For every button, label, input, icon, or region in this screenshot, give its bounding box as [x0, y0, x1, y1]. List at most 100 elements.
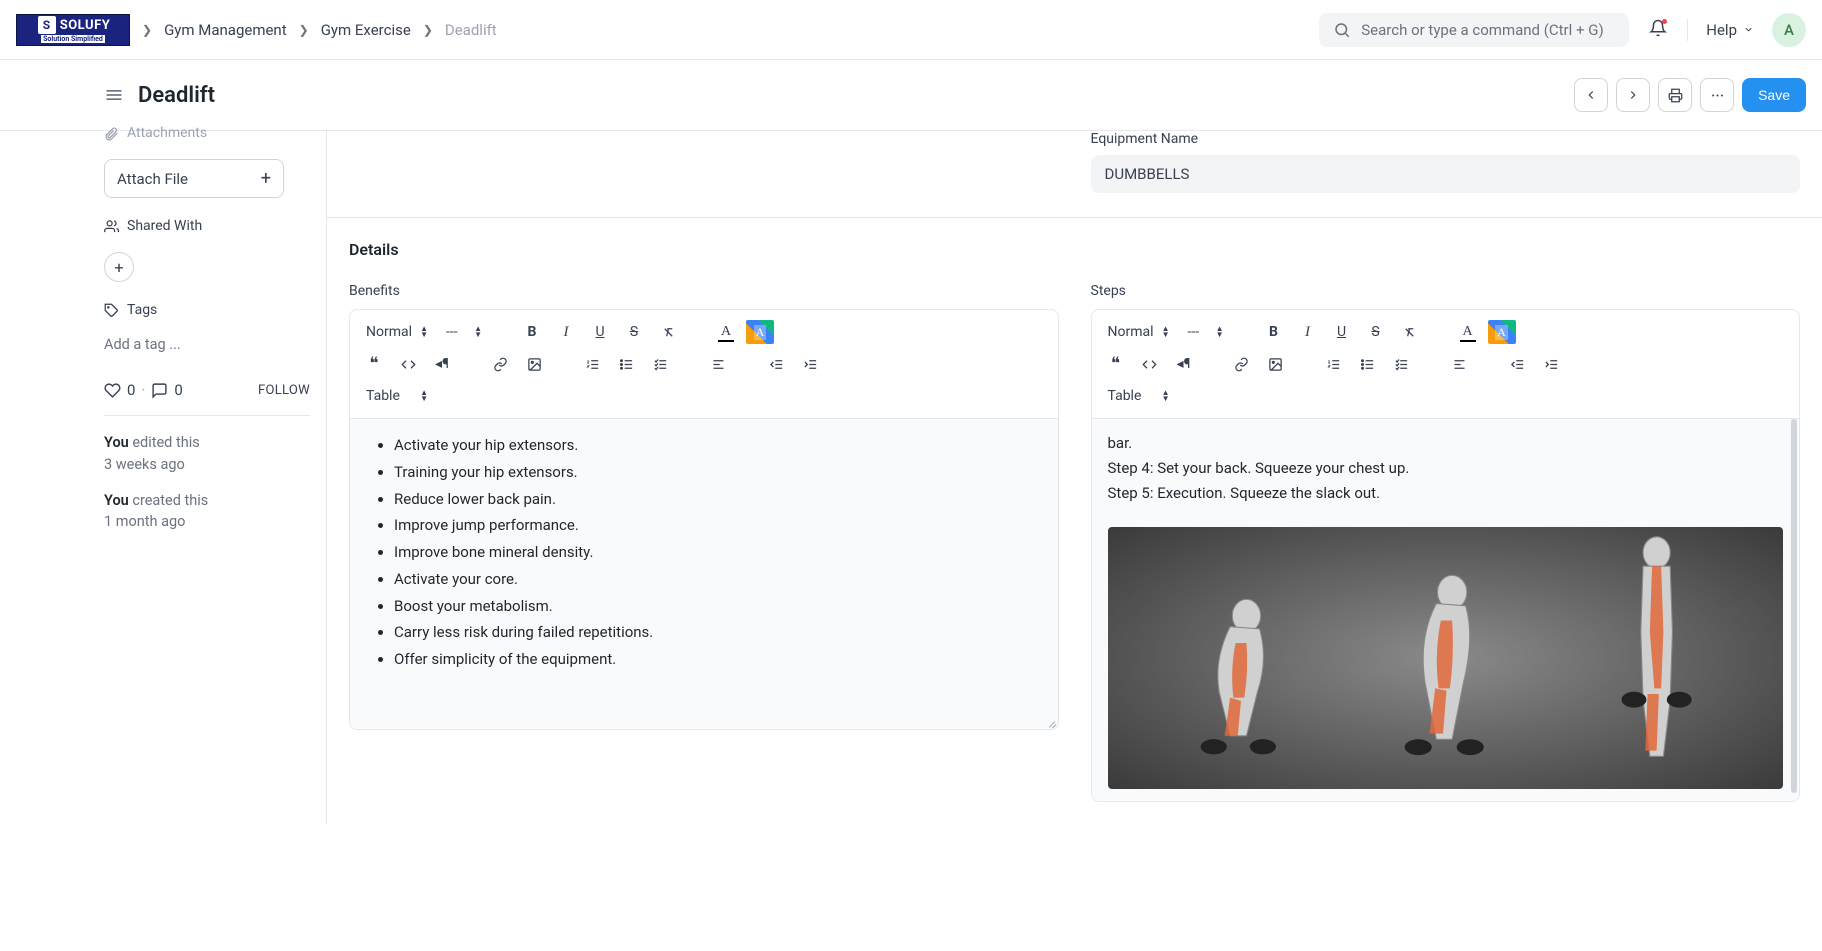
comment-icon[interactable]: [151, 382, 168, 399]
image-button[interactable]: [1262, 352, 1290, 376]
breadcrumb-gym-exercise[interactable]: Gym Exercise: [321, 21, 411, 39]
search-icon: [1333, 21, 1351, 39]
table-select[interactable]: Table▲▼: [1102, 384, 1176, 408]
link-button[interactable]: [486, 352, 514, 376]
strike-button[interactable]: S: [1362, 320, 1390, 344]
add-share-button[interactable]: +: [104, 252, 134, 282]
strike-button[interactable]: S: [620, 320, 648, 344]
check-list-button[interactable]: [646, 352, 674, 376]
indent-button[interactable]: [1538, 352, 1566, 376]
heading-select[interactable]: Normal▲▼: [360, 320, 434, 344]
code-button[interactable]: [394, 352, 422, 376]
text-color-button[interactable]: A: [1454, 320, 1482, 344]
bg-color-button[interactable]: A: [746, 320, 774, 344]
sort-icon: ▲▼: [474, 326, 482, 338]
table-select[interactable]: Table▲▼: [360, 384, 434, 408]
benefits-toolbar: Normal▲▼ ---▲▼ B I U S A A: [350, 310, 1058, 419]
search-input[interactable]: Search or type a command (Ctrl + G): [1319, 13, 1629, 47]
chevron-down-icon: [1743, 24, 1754, 35]
font-select[interactable]: ---▲▼: [1182, 320, 1230, 344]
equipment-input[interactable]: DUMBBELLS: [1091, 155, 1801, 193]
sort-icon: ▲▼: [1216, 326, 1224, 338]
chevron-left-icon: [1584, 88, 1598, 102]
align-button[interactable]: [704, 352, 732, 376]
sort-icon: ▲▼: [1162, 326, 1170, 338]
page-title: Deadlift: [138, 83, 215, 108]
paperclip-icon: [104, 126, 119, 141]
attachments-header: Attachments: [104, 125, 310, 141]
outdent-button[interactable]: [1504, 352, 1532, 376]
benefits-textarea[interactable]: Activate your hip extensors.Training you…: [350, 419, 1058, 729]
bullet-list-button[interactable]: [1354, 352, 1382, 376]
print-button[interactable]: [1658, 78, 1692, 112]
divider: [104, 415, 310, 416]
steps-editor: Normal▲▼ ---▲▼ B I U S A A: [1091, 309, 1801, 802]
code-button[interactable]: [1136, 352, 1164, 376]
follow-button[interactable]: FOLLOW: [258, 383, 310, 398]
text-color-button[interactable]: A: [712, 320, 740, 344]
steps-label: Steps: [1091, 283, 1801, 299]
heart-icon[interactable]: [104, 382, 121, 399]
ordered-list-button[interactable]: [578, 352, 606, 376]
search-placeholder: Search or type a command (Ctrl + G): [1361, 21, 1603, 39]
font-select[interactable]: ---▲▼: [440, 320, 488, 344]
likes-count: 0: [127, 381, 135, 399]
avatar[interactable]: A: [1772, 13, 1806, 47]
attach-file-button[interactable]: Attach File +: [104, 159, 284, 198]
text-line: bar.: [1108, 431, 1784, 456]
plus-icon: +: [261, 168, 271, 189]
heading-select[interactable]: Normal▲▼: [1102, 320, 1176, 344]
menu-icon[interactable]: [104, 85, 124, 105]
underline-button[interactable]: U: [586, 320, 614, 344]
direction-button[interactable]: ◂¶: [428, 352, 456, 376]
clear-format-button[interactable]: [1396, 320, 1424, 344]
indent-button[interactable]: [796, 352, 824, 376]
sort-icon: ▲▼: [1162, 390, 1170, 402]
quote-button[interactable]: ❝: [360, 352, 388, 376]
printer-icon: [1668, 88, 1683, 103]
clear-format-button[interactable]: [654, 320, 682, 344]
benefits-label: Benefits: [349, 283, 1059, 299]
list-item: Activate your hip extensors.: [394, 433, 1042, 458]
check-list-button[interactable]: [1388, 352, 1416, 376]
notification-dot-icon: [1662, 19, 1667, 24]
tags-input[interactable]: Add a tag ...: [104, 336, 310, 353]
ordered-list-button[interactable]: [1320, 352, 1348, 376]
list-item: Training your hip extensors.: [394, 460, 1042, 485]
breadcrumb-gym-management[interactable]: Gym Management: [164, 21, 287, 39]
direction-button[interactable]: ◂¶: [1170, 352, 1198, 376]
align-button[interactable]: [1446, 352, 1474, 376]
bullet-list-button[interactable]: [612, 352, 640, 376]
steps-textarea[interactable]: bar.Step 4: Set your back. Squeeze your …: [1092, 419, 1800, 801]
save-button[interactable]: Save: [1742, 78, 1806, 112]
list-item: Activate your core.: [394, 567, 1042, 592]
notifications-button[interactable]: [1641, 15, 1675, 45]
link-button[interactable]: [1228, 352, 1256, 376]
exercise-image: [1108, 527, 1784, 789]
help-dropdown[interactable]: Help: [1700, 17, 1760, 43]
bold-button[interactable]: B: [1260, 320, 1288, 344]
logo[interactable]: SSOLUFY Solution Simplified: [16, 14, 130, 46]
bold-button[interactable]: B: [518, 320, 546, 344]
prev-button[interactable]: [1574, 78, 1608, 112]
steps-toolbar: Normal▲▼ ---▲▼ B I U S A A: [1092, 310, 1800, 419]
scrollbar[interactable]: [1791, 419, 1797, 801]
bg-color-button[interactable]: A: [1488, 320, 1516, 344]
list-item: Reduce lower back pain.: [394, 487, 1042, 512]
outdent-button[interactable]: [762, 352, 790, 376]
section-divider: [327, 217, 1822, 218]
underline-button[interactable]: U: [1328, 320, 1356, 344]
italic-button[interactable]: I: [1294, 320, 1322, 344]
more-button[interactable]: [1700, 78, 1734, 112]
benefits-editor: Normal▲▼ ---▲▼ B I U S A A: [349, 309, 1059, 730]
image-button[interactable]: [520, 352, 548, 376]
quote-button[interactable]: ❝: [1102, 352, 1130, 376]
text-line: Step 4: Set your back. Squeeze your ches…: [1108, 456, 1784, 481]
next-button[interactable]: [1616, 78, 1650, 112]
users-icon: [104, 219, 119, 234]
resize-handle-icon[interactable]: [1046, 717, 1056, 727]
italic-button[interactable]: I: [552, 320, 580, 344]
divider: [1687, 19, 1688, 41]
sort-icon: ▲▼: [420, 326, 428, 338]
chevron-right-icon: ❯: [299, 23, 309, 37]
